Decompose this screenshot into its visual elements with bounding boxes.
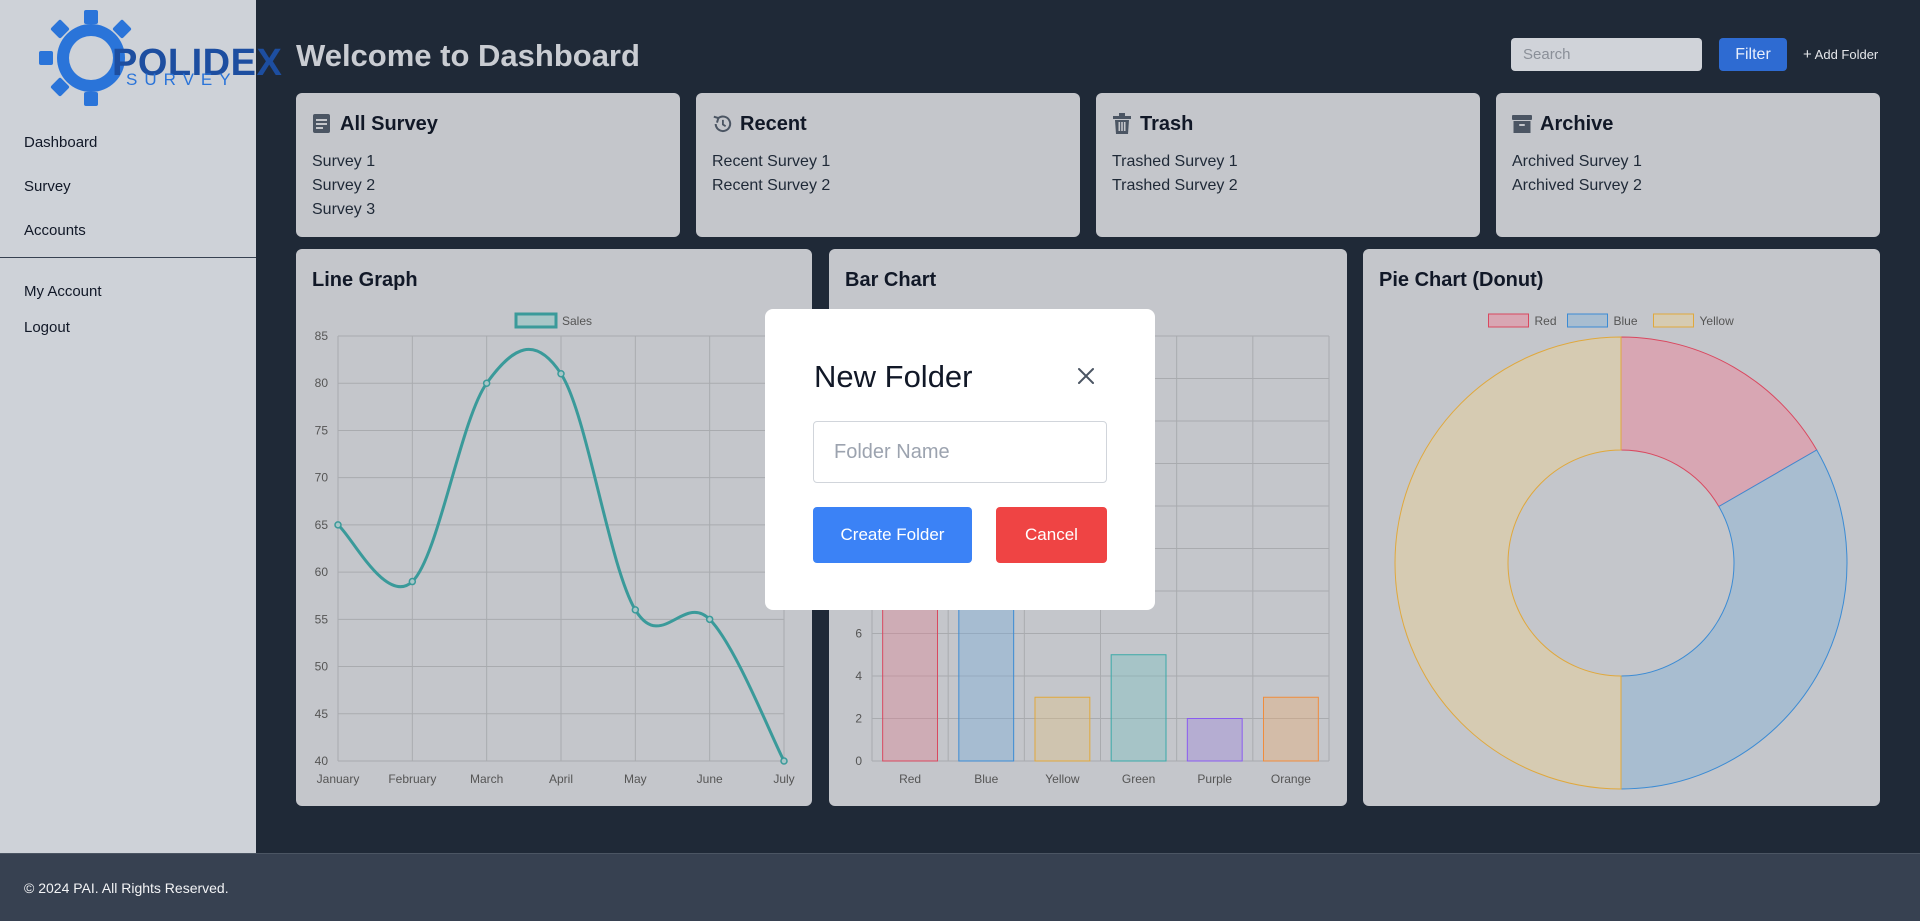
history-icon (713, 115, 732, 133)
bar (1186, 718, 1243, 762)
y-tick-label: 65 (315, 518, 329, 532)
y-tick-label: 4 (855, 669, 862, 683)
sidebar-item-my-account[interactable]: My Account (24, 283, 102, 300)
bar (1262, 696, 1319, 762)
add-folder-label: Add Folder (1814, 47, 1879, 62)
x-tick-label: Yellow (1045, 772, 1080, 786)
list-item[interactable]: Trashed Survey 2 (1112, 177, 1238, 195)
y-tick-label: 6 (855, 627, 862, 641)
copyright-text: © 2024 PAI. All Rights Reserved. (24, 880, 229, 896)
add-folder-button[interactable]: + Add Folder (1803, 46, 1878, 63)
bar (1110, 654, 1167, 762)
y-tick-label: 2 (855, 712, 862, 726)
polidex-logo[interactable]: POLIDEX SURVEY (36, 8, 282, 108)
document-icon (313, 114, 330, 133)
card-title: Trash (1140, 113, 1194, 135)
brand-subtitle: SURVEY (126, 70, 238, 89)
filter-button[interactable]: Filter (1719, 38, 1787, 71)
x-tick-label: June (697, 772, 723, 786)
list-item[interactable]: Survey 3 (312, 201, 375, 219)
page-title: Welcome to Dashboard (296, 38, 640, 73)
card-archive[interactable]: Archive Archived Survey 1 Archived Surve… (1496, 93, 1880, 237)
new-folder-modal: New Folder Create Folder Cancel (765, 309, 1155, 610)
y-tick-label: 75 (315, 423, 329, 437)
y-tick-label: 50 (315, 660, 329, 674)
list-item[interactable]: Recent Survey 1 (712, 153, 830, 171)
y-tick-label: 60 (315, 565, 329, 579)
card-trash[interactable]: Trash Trashed Survey 1 Trashed Survey 2 (1096, 93, 1480, 237)
y-tick-label: 85 (315, 329, 329, 343)
x-tick-label: February (388, 772, 436, 786)
legend-swatch (1653, 313, 1694, 328)
list-item[interactable]: Archived Survey 2 (1512, 177, 1642, 195)
legend-label: Sales (562, 314, 592, 328)
list-item[interactable]: Survey 1 (312, 153, 375, 171)
sidebar-divider (0, 257, 256, 258)
donut-slice (1620, 449, 1848, 790)
trash-icon (1113, 113, 1131, 134)
sidebar-item-survey[interactable]: Survey (24, 178, 71, 195)
data-point (780, 757, 788, 765)
x-tick-label: Blue (974, 772, 998, 786)
legend-label: Red (1535, 314, 1557, 328)
bar (1034, 696, 1091, 762)
plus-icon: + (1803, 46, 1812, 63)
donut-chart: Red Blue Yellow (1394, 313, 1848, 790)
x-tick-label: Red (899, 772, 921, 786)
data-point (482, 379, 491, 387)
data-point (557, 370, 565, 378)
card-title: Recent (740, 113, 807, 135)
x-tick-label: March (470, 772, 503, 786)
modal-title: New Folder (814, 359, 973, 394)
data-point (705, 615, 714, 624)
line-chart: 40 45 50 55 60 65 70 75 80 85 January February March… (315, 312, 795, 786)
list-item[interactable]: Survey 2 (312, 177, 375, 195)
x-tick-label: April (549, 772, 573, 786)
card-recent[interactable]: Recent Recent Survey 1 Recent Survey 2 (696, 93, 1080, 237)
y-tick-label: 80 (315, 376, 329, 390)
archive-icon (1512, 115, 1532, 133)
folder-name-input[interactable] (813, 421, 1107, 483)
legend-swatch (1567, 313, 1608, 328)
legend-swatch (1488, 313, 1529, 328)
x-tick-label: Green (1122, 772, 1155, 786)
card-title: Archive (1540, 113, 1614, 135)
create-folder-button[interactable]: Create Folder (813, 507, 972, 563)
card-all-survey[interactable]: All Survey Survey 1 Survey 2 Survey 3 (296, 93, 680, 237)
pie-chart-panel: Pie Chart (Donut) Red Blue Yellow (1363, 249, 1880, 806)
card-title: All Survey (340, 113, 438, 135)
legend-swatch (514, 312, 558, 329)
data-point (631, 606, 640, 614)
cancel-button[interactable]: Cancel (996, 507, 1107, 563)
donut-slice (1394, 336, 1622, 790)
search-input[interactable] (1511, 38, 1702, 71)
close-icon[interactable] (1076, 366, 1096, 386)
legend-label: Blue (1614, 314, 1638, 328)
x-tick-label: Orange (1271, 772, 1311, 786)
x-tick-label: July (773, 772, 794, 786)
x-tick-label: January (317, 772, 360, 786)
line-graph-panel: Line Graph 40 45 50 55 60 65 70 75 80 85 January Fe… (296, 249, 812, 806)
data-point (334, 521, 342, 529)
x-tick-label: Purple (1197, 772, 1232, 786)
list-item[interactable]: Recent Survey 2 (712, 177, 830, 195)
list-item[interactable]: Trashed Survey 1 (1112, 153, 1238, 171)
sidebar-item-logout[interactable]: Logout (24, 319, 70, 336)
data-point (408, 577, 417, 586)
y-tick-label: 45 (315, 707, 329, 721)
legend-label: Yellow (1700, 314, 1735, 328)
list-item[interactable]: Archived Survey 1 (1512, 153, 1642, 171)
y-tick-label: 55 (315, 612, 329, 626)
y-tick-label: 70 (315, 471, 329, 485)
y-tick-label: 0 (855, 754, 862, 768)
sidebar-item-accounts[interactable]: Accounts (24, 222, 86, 239)
x-tick-label: May (624, 772, 647, 786)
y-tick-label: 40 (315, 754, 329, 768)
footer: © 2024 PAI. All Rights Reserved. (0, 853, 1920, 921)
sidebar: POLIDEX SURVEY Dashboard Survey Accounts… (0, 0, 282, 853)
sidebar-item-dashboard[interactable]: Dashboard (24, 134, 97, 151)
